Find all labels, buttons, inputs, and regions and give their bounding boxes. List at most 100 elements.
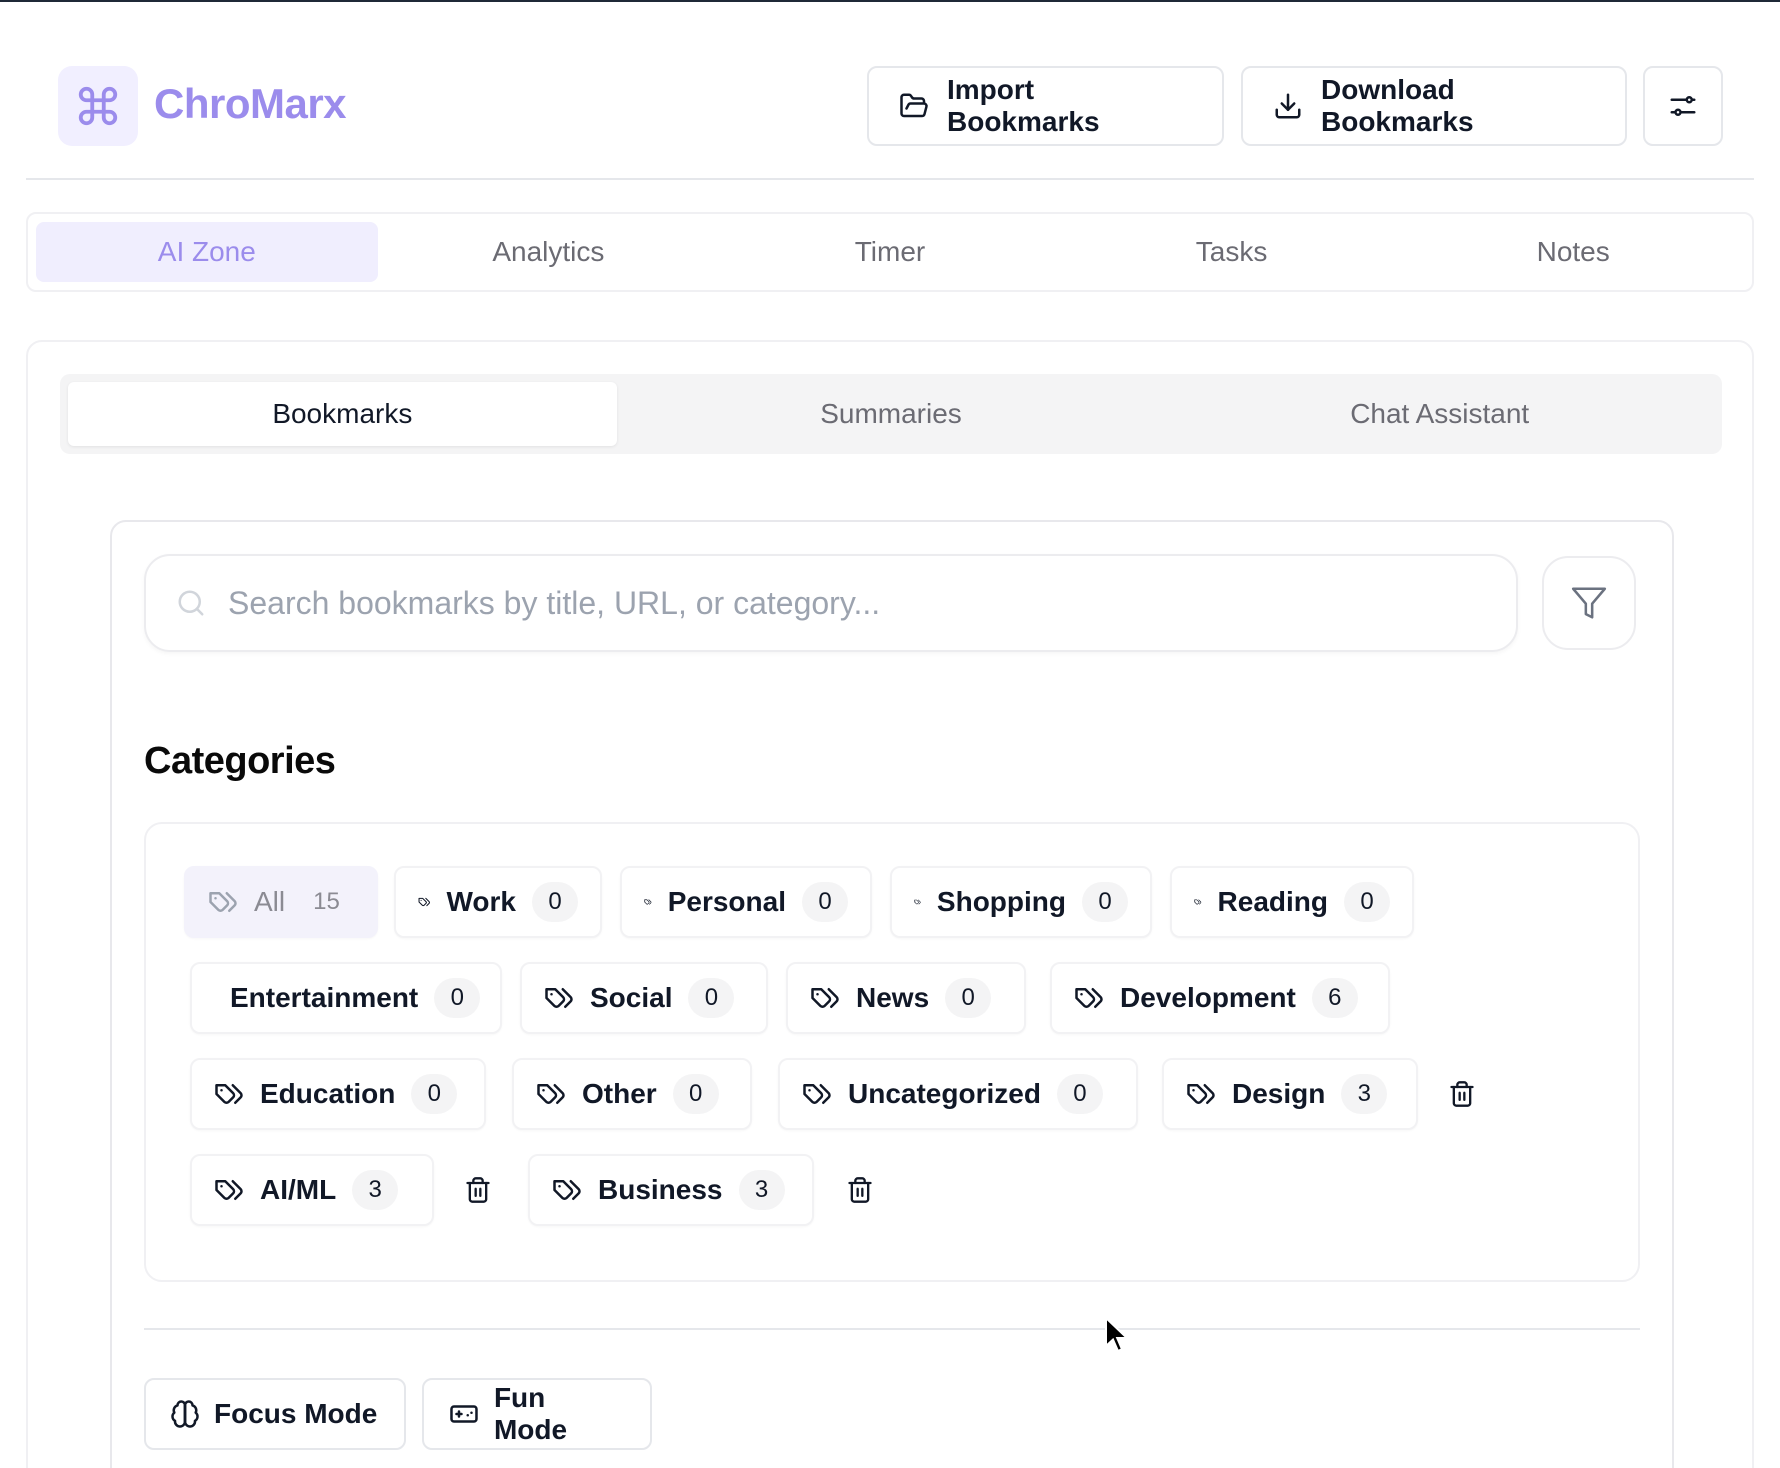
ai-zone-panel: Bookmarks Summaries Chat Assistant Categ… [26, 340, 1754, 1468]
settings-button[interactable] [1643, 66, 1723, 146]
category-chip-shopping[interactable]: Shopping 0 [890, 866, 1152, 938]
category-count: 0 [945, 978, 992, 1018]
filter-icon [1571, 587, 1607, 619]
tags-icon [914, 899, 921, 905]
filter-button[interactable] [1542, 556, 1636, 650]
category-chip-entertainment[interactable]: Entertainment 0 [190, 962, 502, 1034]
sub-tab-bar: Bookmarks Summaries Chat Assistant [60, 374, 1722, 454]
category-label: Reading [1217, 886, 1328, 917]
category-chip-uncategorized[interactable]: Uncategorized 0 [778, 1058, 1138, 1130]
category-chip-development[interactable]: Development 6 [1050, 962, 1390, 1034]
category-chip-all[interactable]: All 15 [184, 866, 378, 938]
search-icon [178, 590, 204, 616]
tags-icon [545, 988, 573, 1008]
category-count: 0 [802, 882, 848, 922]
search-bar [144, 554, 1518, 652]
mouse-cursor-icon [1105, 1316, 1130, 1353]
category-label: Other [582, 1078, 657, 1109]
category-count: 0 [411, 1074, 458, 1114]
tab-ai-zone[interactable]: AI Zone [36, 222, 378, 282]
trash-icon [466, 1177, 490, 1203]
tab-summaries[interactable]: Summaries [617, 382, 1166, 446]
sliders-icon [1670, 96, 1696, 116]
tags-icon [553, 1180, 581, 1200]
tags-icon [1075, 988, 1103, 1008]
gamepad-icon [450, 1405, 478, 1423]
category-count: 3 [1341, 1074, 1388, 1114]
category-count: 0 [1056, 1074, 1103, 1114]
category-count: 3 [352, 1170, 399, 1210]
category-chip-personal[interactable]: Personal 0 [620, 866, 872, 938]
tags-icon [215, 1084, 243, 1104]
category-count: 6 [1311, 978, 1358, 1018]
focus-mode-button[interactable]: Focus Mode [144, 1378, 406, 1450]
command-icon [78, 86, 118, 126]
focus-mode-label: Focus Mode [214, 1398, 378, 1429]
category-label: Education [260, 1078, 396, 1109]
category-chip-reading[interactable]: Reading 0 [1170, 866, 1414, 938]
fun-mode-button[interactable]: Fun Mode [422, 1378, 652, 1450]
download-bookmarks-label: Download Bookmarks [1321, 74, 1474, 137]
category-chip-ai-ml[interactable]: AI/ML 3 [190, 1154, 434, 1226]
bookmarks-panel: Categories All 15 Work 0 Personal 0 Shop… [110, 520, 1674, 1468]
category-count: 0 [434, 978, 481, 1018]
trash-icon [1450, 1081, 1474, 1107]
app-title: ChroMarx [154, 80, 347, 127]
download-icon [1275, 93, 1301, 119]
category-chip-education[interactable]: Education 0 [190, 1058, 486, 1130]
brain-icon [171, 1400, 199, 1428]
delete-category-ai-ml-button[interactable] [460, 1172, 496, 1208]
import-bookmarks-button[interactable]: Import Bookmarks [867, 66, 1224, 146]
window-top-border [0, 0, 1780, 2]
tags-icon [418, 897, 430, 907]
app-header: ChroMarx Import Bookmarks Download Bookm… [26, 60, 1754, 180]
category-label: Personal [667, 886, 786, 917]
fun-mode-label: Fun Mode [493, 1382, 568, 1445]
trash-icon [848, 1177, 872, 1203]
tab-bookmarks[interactable]: Bookmarks [68, 382, 617, 446]
category-label: Entertainment [230, 982, 419, 1013]
download-bookmarks-button[interactable]: Download Bookmarks [1241, 66, 1627, 146]
category-label: Development [1120, 982, 1296, 1013]
category-count: 0 [1344, 882, 1390, 922]
import-bookmarks-label: Import Bookmarks [947, 74, 1100, 137]
category-label: Shopping [936, 886, 1066, 917]
category-chip-work[interactable]: Work 0 [394, 866, 602, 938]
category-count: 0 [532, 882, 578, 922]
category-chip-social[interactable]: Social 0 [520, 962, 768, 1034]
category-label: Uncategorized [848, 1078, 1041, 1109]
folder-open-icon [900, 93, 928, 118]
category-count: 3 [738, 1170, 785, 1210]
search-input[interactable] [228, 584, 1428, 622]
tags-icon [537, 1084, 565, 1104]
category-count: 0 [688, 978, 735, 1018]
tab-analytics[interactable]: Analytics [378, 222, 720, 282]
header-divider [26, 178, 1754, 180]
category-chip-other[interactable]: Other 0 [512, 1058, 752, 1130]
tab-timer[interactable]: Timer [719, 222, 1061, 282]
tags-icon [209, 892, 237, 912]
tags-icon [1187, 1084, 1215, 1104]
tags-icon [215, 1180, 243, 1200]
category-label: AI/ML [260, 1174, 337, 1205]
tab-chat-assistant[interactable]: Chat Assistant [1165, 382, 1714, 446]
tab-tasks[interactable]: Tasks [1061, 222, 1403, 282]
category-label: All [254, 886, 286, 917]
logo [58, 66, 138, 146]
category-label: Business [598, 1174, 723, 1205]
tab-notes[interactable]: Notes [1402, 222, 1744, 282]
tags-icon [811, 988, 839, 1008]
delete-category-business-button[interactable] [842, 1172, 878, 1208]
category-label: Work [446, 886, 517, 917]
section-divider [144, 1328, 1640, 1330]
category-count: 0 [672, 1074, 719, 1114]
categories-heading: Categories [144, 740, 336, 782]
category-chip-business[interactable]: Business 3 [528, 1154, 814, 1226]
category-chip-news[interactable]: News 0 [786, 962, 1026, 1034]
delete-category-design-button[interactable] [1444, 1076, 1480, 1112]
category-label: News [856, 982, 930, 1013]
tags-icon [1194, 899, 1202, 905]
category-label: Social [590, 982, 673, 1013]
category-chip-design[interactable]: Design 3 [1162, 1058, 1418, 1130]
categories-panel: All 15 Work 0 Personal 0 Shopping 0 Read… [144, 822, 1640, 1282]
